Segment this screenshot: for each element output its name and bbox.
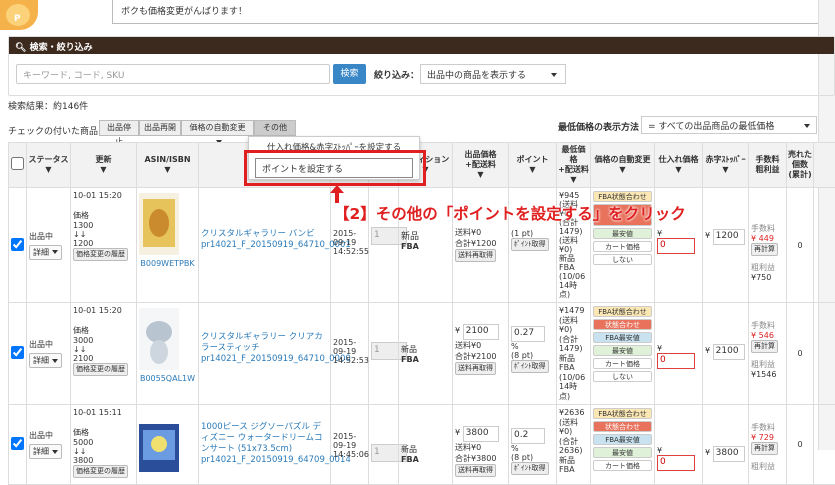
cost-input[interactable]: 0 (657, 455, 695, 471)
point-input[interactable]: 0.2 (511, 428, 545, 444)
shipping-refetch-button[interactable]: 送料再取得 (455, 249, 496, 262)
table-row: 出品中詳細 10-01 15:20価格3000↓↓2100価格変更の履歴 B00… (9, 303, 835, 405)
auto-price-button[interactable]: 価格の自動変更 (181, 120, 254, 136)
row-checkbox[interactable] (11, 346, 24, 359)
price-history-button[interactable]: 価格変更の履歴 (73, 363, 128, 376)
shipping-refetch-button[interactable]: 送料再取得 (455, 464, 496, 477)
strategy-lowest[interactable]: 最安値 (593, 228, 652, 239)
col-fee[interactable]: 手数料 粗利益 (749, 143, 787, 188)
point-fetch-button[interactable]: ﾎﾟｲﾝﾄ取得 (511, 238, 549, 251)
detail-dropdown[interactable]: 詳細 (29, 353, 62, 368)
row-status: 出品中 (29, 339, 68, 350)
select-all-checkbox[interactable] (9, 143, 27, 188)
row-updated: 10-01 15:20 (73, 191, 134, 200)
strategy-none[interactable]: しない (593, 254, 652, 265)
shipping-refetch-button[interactable]: 送料再取得 (455, 362, 496, 375)
bulk-label: チェックの付いた商品を (8, 124, 107, 137)
recalc-button[interactable]: 再計算 (751, 243, 778, 256)
highlight-box: ポイントを設定する (244, 150, 426, 186)
detail-dropdown[interactable]: 詳細 (29, 444, 62, 459)
recalc-button[interactable]: 再計算 (751, 340, 778, 353)
mascot-logo: P (0, 0, 38, 30)
sku: pr14021_F_20150919_64710_0000 (201, 354, 328, 365)
sku: pr14021_F_20150919_64710_0001 (201, 240, 328, 251)
mascot-speech: ボクも価格変更がんばります！ (112, 0, 820, 24)
detail-dropdown[interactable]: 詳細 (29, 245, 62, 260)
stopper-input[interactable]: 1200 (713, 229, 745, 245)
product-image[interactable] (139, 410, 179, 472)
product-image[interactable] (139, 193, 179, 255)
other-menu-button[interactable]: その他 (254, 120, 296, 136)
point-input[interactable]: 0.27 (511, 326, 545, 342)
filter-label: 絞り込み： (374, 68, 419, 81)
keyword-input[interactable]: キーワード, コード, SKU (16, 64, 330, 84)
table-row: 出品中詳細 10-01 15:11価格5000↓↓3800価格変更の履歴 100… (9, 405, 835, 485)
min-price-label: 最低価格の表示方法 (558, 120, 639, 133)
cost-input[interactable]: 0 (657, 238, 695, 254)
strategy-fba-match[interactable]: FBA状態合わせ (593, 191, 652, 202)
results-count: 検索結果：約146件 (8, 99, 88, 112)
price-history-button[interactable]: 価格変更の履歴 (73, 465, 128, 478)
price-input[interactable]: 3800 (463, 426, 499, 442)
stopper-input[interactable]: 2100 (713, 344, 745, 360)
stop-listing-button[interactable]: 出品停止 (99, 120, 139, 136)
chevron-down-icon (804, 124, 810, 128)
col-point[interactable]: ポイント▼ (509, 143, 557, 188)
price-input[interactable]: 2100 (463, 324, 499, 340)
resume-listing-button[interactable]: 出品再開 (139, 120, 181, 136)
point-fetch-button[interactable]: ﾎﾟｲﾝﾄ取得 (511, 462, 549, 475)
col-status[interactable]: ステータス▼ (27, 143, 71, 188)
col-min-price[interactable]: 最低価格 +配送料▼ (557, 143, 591, 188)
row-status: 出品中 (29, 231, 68, 242)
search-panel-header: 🔍︎ 検索・絞り込み (9, 37, 834, 54)
recalc-button[interactable]: 再計算 (751, 442, 778, 455)
menu-item-set-point[interactable]: ポイントを設定する (255, 158, 413, 178)
product-title-link[interactable]: 1000ピース ジグソーパズル ディズニー ウォータードリームコンサート (51… (201, 422, 328, 455)
listing-date: 2015-09-19 14:52:55 (333, 229, 366, 256)
price-history-button[interactable]: 価格変更の履歴 (73, 248, 128, 261)
col-asin[interactable]: ASIN/ISBN▼ (137, 143, 199, 188)
point-fetch-button[interactable]: ﾎﾟｲﾝﾄ取得 (511, 360, 549, 373)
col-updated[interactable]: 更新▼ (71, 143, 137, 188)
asin-link[interactable]: B009WETPBK (139, 259, 196, 268)
row-checkbox[interactable] (11, 437, 24, 450)
chevron-down-icon (551, 73, 557, 77)
min-price-select[interactable]: = すべての出品商品の最低価格 (641, 116, 817, 134)
filter-select[interactable]: 出品中の商品を表示する (420, 64, 566, 84)
col-price[interactable]: 出品価格 +配送料▼ (453, 143, 509, 188)
col-cost[interactable]: 仕入れ価格▼ (655, 143, 703, 188)
search-button[interactable]: 検索 (333, 64, 366, 84)
sold-count: 0 (787, 188, 814, 303)
col-stopper[interactable]: 赤字ｽﾄｯﾊﾟｰ▼ (703, 143, 749, 188)
instruction-callout: 【2】その他の「ポイントを設定する」をクリック (334, 202, 686, 224)
arrow-up-icon (330, 185, 344, 203)
strategy-cart[interactable]: カート価格 (593, 241, 652, 252)
product-table: ステータス▼ 更新▼ ASIN/ISBN▼ 商▼ ンディション▼ 出品価格 +配… (8, 142, 835, 485)
row-checkbox[interactable] (11, 238, 24, 251)
product-title-link[interactable]: クリスタルギャラリー バンビ (201, 229, 328, 240)
col-strategy[interactable]: 価格の自動変更▼ (591, 143, 655, 188)
product-image[interactable] (139, 308, 179, 370)
col-extra (814, 143, 835, 188)
col-sold[interactable]: 売れた個数(累計) (787, 143, 814, 188)
product-title-link[interactable]: クリスタルギャラリー クリアカラースティッチ (201, 332, 328, 354)
cost-input[interactable]: 0 (657, 353, 695, 369)
stopper-input[interactable]: 3800 (713, 446, 745, 462)
asin-link[interactable]: B0055QAL1W (139, 374, 196, 383)
search-icon: 🔍︎ (15, 43, 30, 53)
